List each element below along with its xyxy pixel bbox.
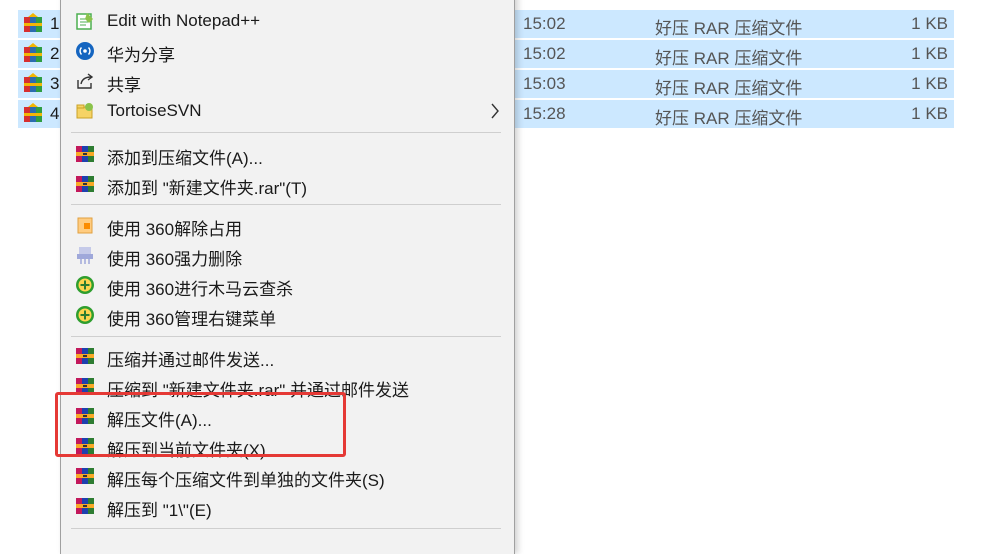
menu-item-360-force-delete[interactable]: 使用 360强力删除: [61, 240, 514, 270]
tortoisesvn-icon: [76, 103, 93, 119]
file-size: 1 KB: [911, 74, 948, 93]
file-size: 1 KB: [911, 104, 948, 123]
file-name: 4: [50, 104, 60, 123]
menu-item-label: 解压到 "1\"(E): [107, 501, 212, 520]
menu-item-360-unlock[interactable]: 使用 360解除占用: [61, 210, 514, 240]
notepad-plus-icon: [76, 13, 93, 30]
menu-item-label: 使用 360管理右键菜单: [107, 310, 277, 329]
menu-item-label: 压缩并通过邮件发送...: [107, 351, 275, 370]
menu-separator: [71, 336, 501, 337]
menu-item-extract-each[interactable]: 解压每个压缩文件到单独的文件夹(S): [61, 461, 514, 491]
menu-separator: [71, 528, 501, 529]
rar-file-icon: [22, 13, 44, 35]
rar-file-icon: [22, 73, 44, 95]
file-date: 15:03: [523, 74, 566, 93]
360-unlock-icon: [77, 217, 93, 234]
file-type: 好压 RAR 压缩文件: [655, 19, 803, 38]
menu-item-add-to-named-rar[interactable]: 添加到 "新建文件夹.rar"(T): [61, 169, 514, 199]
menu-item-edit-notepad[interactable]: Edit with Notepad++: [61, 6, 514, 36]
menu-item-huawei-share[interactable]: 华为分享: [61, 36, 514, 66]
haozip-rar-icon: [75, 496, 95, 516]
menu-item-tortoisesvn[interactable]: TortoiseSVN: [61, 96, 514, 126]
menu-item-label: 使用 360强力删除: [107, 250, 243, 269]
share-icon: [77, 73, 94, 89]
menu-item-label: 使用 360解除占用: [107, 220, 243, 239]
menu-item-label: Edit with Notepad++: [107, 11, 261, 30]
menu-item-360-manage-menu[interactable]: 使用 360管理右键菜单: [61, 300, 514, 330]
rar-file-icon: [22, 103, 44, 125]
huawei-share-icon: [76, 42, 94, 60]
file-name: 3: [50, 74, 60, 93]
file-size: 1 KB: [911, 14, 948, 33]
360-plus-icon: [76, 276, 94, 294]
context-menu: Edit with Notepad++ 华为分享 共享 TortoiseSVN: [60, 0, 515, 554]
file-type: 好压 RAR 压缩文件: [655, 109, 803, 128]
360-plus-icon: [76, 306, 94, 324]
file-type: 好压 RAR 压缩文件: [655, 79, 803, 98]
menu-item-label: 华为分享: [107, 46, 175, 65]
haozip-rar-icon: [75, 346, 95, 366]
chevron-right-icon: [491, 103, 499, 119]
menu-item-label: TortoiseSVN: [107, 101, 202, 120]
file-name: 1: [50, 14, 60, 33]
rar-file-icon: [22, 43, 44, 65]
menu-separator: [71, 204, 501, 205]
menu-item-add-to-archive[interactable]: 添加到压缩文件(A)...: [61, 139, 514, 169]
menu-item-label: 共享: [107, 76, 141, 95]
menu-item-label: 解压每个压缩文件到单独的文件夹(S): [107, 471, 385, 490]
file-date: 15:28: [523, 104, 566, 123]
file-size: 1 KB: [911, 44, 948, 63]
menu-separator: [71, 132, 501, 133]
file-date: 15:02: [523, 14, 566, 33]
haozip-rar-icon: [75, 466, 95, 486]
menu-item-compress-email[interactable]: 压缩并通过邮件发送...: [61, 341, 514, 371]
haozip-rar-icon: [75, 144, 95, 164]
menu-item-label: 添加到 "新建文件夹.rar"(T): [107, 179, 307, 198]
menu-item-360-trojan-scan[interactable]: 使用 360进行木马云查杀: [61, 270, 514, 300]
menu-item-label: 添加到压缩文件(A)...: [107, 149, 263, 168]
360-shredder-icon: [77, 247, 93, 264]
annotation-highlight-box: [55, 392, 346, 457]
menu-item-extract-to-folder[interactable]: 解压到 "1\"(E): [61, 491, 514, 521]
file-date: 15:02: [523, 44, 566, 63]
menu-item-label: 使用 360进行木马云查杀: [107, 280, 294, 299]
haozip-rar-icon: [75, 174, 95, 194]
file-type: 好压 RAR 压缩文件: [655, 49, 803, 68]
file-name: 2: [50, 44, 60, 63]
menu-item-share[interactable]: 共享: [61, 66, 514, 96]
